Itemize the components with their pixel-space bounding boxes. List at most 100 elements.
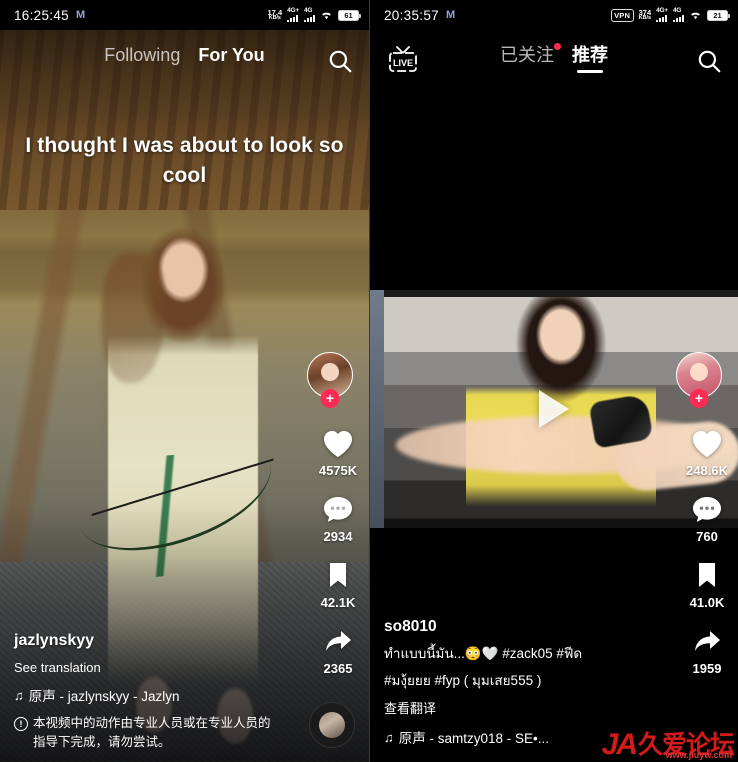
battery-icon: 21: [707, 9, 730, 21]
tab-for-you[interactable]: For You: [198, 44, 264, 73]
signal-sim2-label: 4G: [304, 6, 313, 14]
wifi-icon: [689, 10, 702, 20]
music-title: 原声 - samtzy018 - SE•...: [398, 731, 550, 746]
notification-dot: [554, 43, 561, 50]
signal-bars-icon: [656, 15, 668, 23]
clock: 16:25:45: [14, 7, 69, 23]
network-speed: 17.4 KB/s: [268, 8, 283, 22]
tab-for-you-label: For You: [198, 45, 265, 65]
author-username[interactable]: so8010: [384, 618, 634, 636]
vpn-badge: VPN: [610, 8, 634, 22]
action-rail: + 248.6K 760 41.0K 1959: [676, 352, 738, 690]
bookmark-count: 42.1K: [320, 595, 356, 610]
author-username[interactable]: jazlynskyy: [14, 632, 282, 650]
warning-icon: !: [14, 717, 28, 731]
feed-tabs: 已关注 推荐: [370, 43, 738, 73]
see-translation-link[interactable]: 查看翻译: [384, 698, 634, 717]
signal-sim1: 4G+: [287, 6, 299, 23]
bookmark-button[interactable]: 41.0K: [676, 558, 738, 610]
tab-following[interactable]: Following: [104, 44, 180, 73]
video-info: jazlynskyy See translation ♫ 原声 - jazlyn…: [14, 632, 282, 752]
video-description-line2: #มงุ้ยยย #fyp ( มุมเสย555 ): [384, 673, 542, 688]
music-title: 原声 - jazlynskyy - Jazlyn: [28, 689, 180, 704]
signal-sim2: 4G: [673, 6, 684, 23]
left-phone-panel: 16:25:45 M 17.4 KB/s 4G+ 4G 61 Following…: [0, 0, 369, 762]
network-speed-unit: KB/s: [638, 15, 651, 21]
share-icon: [689, 624, 725, 658]
signal-sim1-label: 4G+: [287, 6, 299, 14]
status-left: 16:25:45 M: [14, 8, 86, 23]
share-button[interactable]: 2365: [307, 624, 369, 676]
heart-icon: [689, 426, 725, 460]
tab-following[interactable]: 已关注: [500, 43, 561, 73]
carrier-m-icon: M: [75, 9, 86, 21]
comment-icon: [320, 492, 356, 526]
play-icon[interactable]: [539, 390, 569, 428]
right-phone-panel: 20:35:57 M VPN 374 KB/s 4G+ 4G 21 LIVE 已…: [369, 0, 738, 762]
carrier-m-icon: M: [445, 9, 456, 21]
like-count: 4575K: [318, 463, 358, 478]
comment-count: 2934: [323, 529, 353, 544]
share-count: 1959: [692, 661, 722, 676]
status-right: VPN 374 KB/s 4G+ 4G 21: [610, 6, 730, 23]
active-tab-underline: [577, 70, 603, 73]
feed-tabs: Following For You: [0, 44, 369, 73]
share-count: 2365: [323, 661, 353, 676]
author-avatar-container[interactable]: +: [676, 352, 722, 408]
comment-button[interactable]: 760: [676, 492, 738, 544]
bow-prop: [55, 445, 295, 585]
signal-bars-icon: [673, 15, 684, 23]
bookmark-icon: [689, 558, 725, 592]
tab-recommend[interactable]: 推荐: [572, 44, 608, 73]
like-button[interactable]: 248.6K: [676, 426, 738, 478]
signal-bars-icon: [287, 15, 299, 23]
bookmark-count: 41.0K: [689, 595, 725, 610]
battery-icon: 61: [338, 9, 361, 21]
see-translation-link[interactable]: See translation: [14, 660, 282, 675]
author-avatar-container[interactable]: +: [307, 352, 353, 408]
network-speed: 374 KB/s: [638, 8, 652, 22]
share-icon: [320, 624, 356, 658]
status-bar: 16:25:45 M 17.4 KB/s 4G+ 4G 61: [0, 0, 369, 30]
follow-button[interactable]: +: [689, 389, 709, 408]
like-button[interactable]: 4575K: [307, 426, 369, 478]
status-bar: 20:35:57 M VPN 374 KB/s 4G+ 4G 21: [370, 0, 738, 30]
top-navigation: Following For You: [0, 30, 369, 92]
like-count: 248.6K: [686, 463, 728, 478]
music-row[interactable]: ♫ 原声 - samtzy018 - SE•...: [384, 727, 634, 747]
music-note-icon: ♫: [14, 687, 24, 703]
clock: 20:35:57: [384, 7, 439, 23]
bookmark-icon: [320, 558, 356, 592]
music-row[interactable]: ♫ 原声 - jazlynskyy - Jazlyn: [14, 685, 282, 705]
tab-recommend-label: 推荐: [572, 45, 608, 65]
comment-button[interactable]: 2934: [307, 492, 369, 544]
action-rail: + 4575K 2934 42.1K 2365: [307, 352, 369, 690]
search-icon[interactable]: [696, 48, 722, 74]
battery-level: 21: [713, 10, 722, 20]
status-left: 20:35:57 M: [384, 8, 456, 23]
tab-following-label: Following: [104, 45, 181, 65]
bookmark-button[interactable]: 42.1K: [307, 558, 369, 610]
music-disc-art: [319, 712, 345, 738]
comment-count: 760: [696, 529, 718, 544]
signal-sim2-label: 4G: [673, 6, 682, 14]
network-speed-unit: KB/s: [268, 15, 281, 21]
music-note-icon: ♫: [384, 729, 394, 745]
video-description-line1: ทำแบบนี้มัน...😳🤍 #zack05 #ฟีด: [384, 646, 583, 661]
comment-icon: [689, 492, 725, 526]
video-caption-overlay: I thought I was about to look so cool: [25, 134, 344, 187]
heart-icon: [320, 426, 356, 460]
signal-sim2: 4G: [304, 6, 315, 23]
top-navigation: LIVE 已关注 推荐: [370, 30, 738, 92]
follow-button[interactable]: +: [320, 389, 340, 408]
safety-warning: ! 本视频中的动作由专业人员或在专业人员的指导下完成，请勿尝试。: [14, 714, 282, 752]
status-right: 17.4 KB/s 4G+ 4G 61: [268, 6, 361, 23]
music-disc-icon[interactable]: [309, 702, 355, 748]
signal-sim1-label: 4G+: [656, 6, 668, 14]
share-button[interactable]: 1959: [676, 624, 738, 676]
search-icon[interactable]: [327, 48, 353, 74]
video-info: so8010 ทำแบบนี้มัน...😳🤍 #zack05 #ฟีด #มง…: [384, 618, 634, 756]
dual-phone-screenshot: 16:25:45 M 17.4 KB/s 4G+ 4G 61 Following…: [0, 0, 738, 762]
safety-warning-text: 本视频中的动作由专业人员或在专业人员的指导下完成，请勿尝试。: [33, 716, 271, 749]
battery-level: 61: [344, 10, 353, 20]
